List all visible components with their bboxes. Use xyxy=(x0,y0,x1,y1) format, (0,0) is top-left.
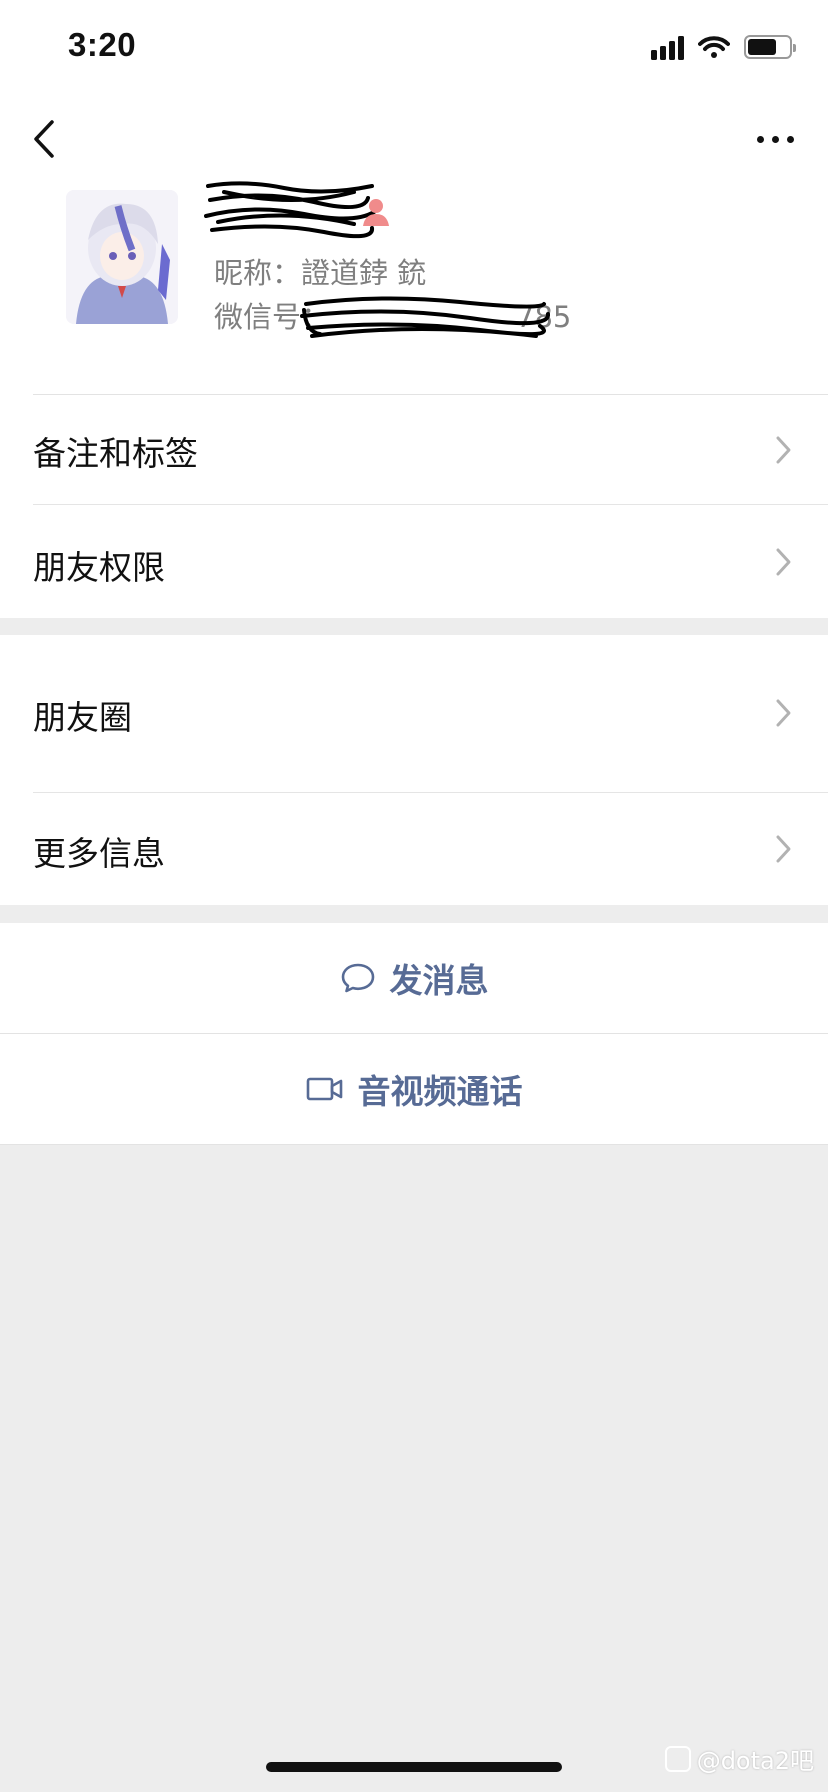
signal-icon xyxy=(651,34,684,60)
chevron-right-icon xyxy=(776,835,791,863)
wechat-id-row: 微信号： 785 xyxy=(214,294,571,336)
menu-item-label: 备注和标签 xyxy=(33,434,198,473)
nickname-label: 昵称： xyxy=(214,256,302,290)
wechat-id-label: 微信号： xyxy=(214,300,331,334)
send-message-label: 发消息 xyxy=(389,961,489,1000)
status-icons xyxy=(651,34,796,60)
avatar[interactable] xyxy=(66,190,178,324)
more-options-icon[interactable] xyxy=(752,124,798,154)
video-call-label: 音视频通话 xyxy=(357,1072,523,1111)
menu-item-remarks-tags[interactable]: 备注和标签 xyxy=(0,395,828,505)
menu-item-label: 朋友权限 xyxy=(33,548,165,587)
home-indicator[interactable] xyxy=(266,1762,562,1772)
avatar-image xyxy=(66,190,178,324)
action-bottom-divider xyxy=(0,1144,828,1145)
send-message-button[interactable]: 发消息 xyxy=(0,923,828,1033)
menu-item-label: 朋友圈 xyxy=(33,698,132,737)
chat-bubble-icon xyxy=(341,963,374,993)
chevron-right-icon xyxy=(776,436,791,464)
video-call-button[interactable]: 音视频通话 xyxy=(0,1034,828,1144)
wifi-icon xyxy=(698,36,730,58)
nickname-value: 證道鋍 銃 xyxy=(301,256,427,290)
female-gender-icon xyxy=(363,199,389,226)
watermark-text: @dota2吧 xyxy=(696,1747,814,1775)
menu-item-label: 更多信息 xyxy=(33,834,165,873)
menu-item-moments[interactable]: 朋友圈 xyxy=(0,635,828,793)
watermark-logo-icon xyxy=(664,1745,691,1772)
back-icon[interactable] xyxy=(28,118,64,160)
nickname-row: 昵称：證道鋍 銃 xyxy=(214,250,426,292)
section-gap xyxy=(0,618,828,635)
menu-item-more-info[interactable]: 更多信息 xyxy=(0,793,828,905)
chevron-right-icon xyxy=(776,699,791,727)
menu-item-friend-permissions[interactable]: 朋友权限 xyxy=(0,505,828,618)
battery-icon xyxy=(744,35,796,59)
watermark: @dota2吧 xyxy=(664,1741,814,1776)
status-time: 3:20 xyxy=(68,26,137,63)
video-camera-icon xyxy=(306,1077,342,1101)
wechat-id-value: 785 xyxy=(516,300,572,334)
chevron-right-icon xyxy=(776,548,791,576)
section-gap xyxy=(0,905,828,923)
